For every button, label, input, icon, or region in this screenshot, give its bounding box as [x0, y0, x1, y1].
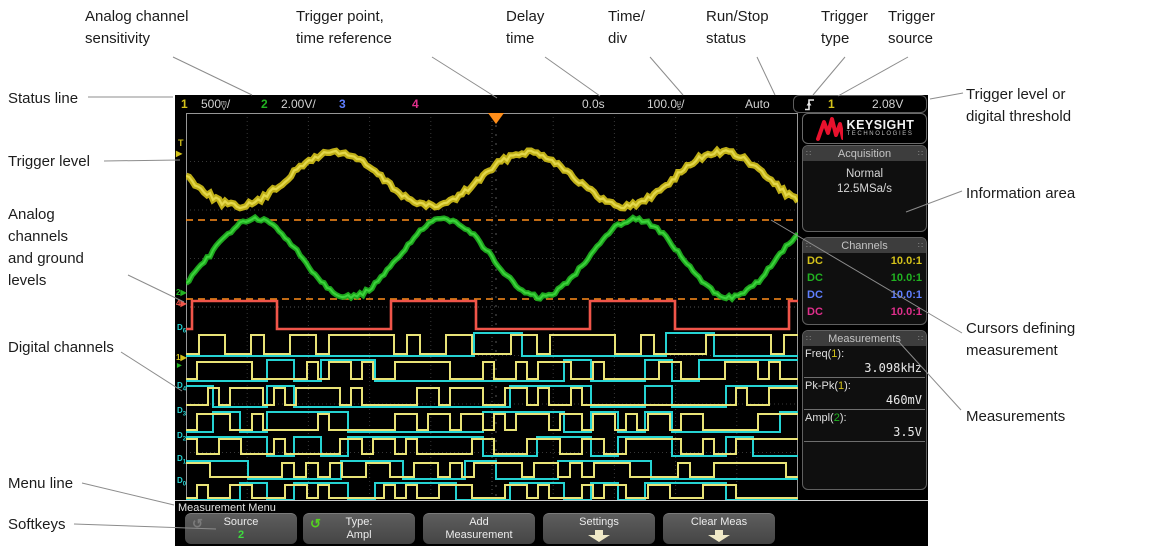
divider — [175, 500, 928, 501]
brand-subtitle: TECHNOLOGIES — [846, 131, 914, 137]
channels-panel: ∷ Channels ∷ DC 10.0:1 DC 10.0:1 DC 10.0:1 … — [802, 237, 927, 325]
trigger-t-marker: T — [178, 138, 184, 148]
label-digital-channels: Digital channels — [8, 339, 114, 356]
label-trigger-source: Trigger source — [888, 8, 935, 47]
measurements-panel-header[interactable]: ∷ Measurements ∷ — [803, 331, 926, 346]
measurement-freq-value: 3.098kHz — [864, 361, 922, 375]
channel-row-2: DC 10.0:1 — [807, 272, 922, 284]
measurement-ampl-value: 3.5V — [893, 425, 922, 439]
down-arrow-icon — [708, 530, 730, 542]
acquisition-title: Acquisition — [837, 147, 892, 160]
status-trigger-section[interactable]: 1 2.08V — [793, 95, 927, 113]
label-softkeys: Softkeys — [8, 516, 66, 533]
down-arrow-icon — [588, 530, 610, 542]
status-ch4-number[interactable]: 4 — [412, 97, 419, 111]
grip-icon: ∷ — [917, 149, 923, 158]
softkey-type[interactable]: ↺ Type: Ampl — [303, 513, 415, 544]
measurement-pkpk-value: 460mV — [885, 393, 922, 407]
grip-icon: ∷ — [806, 149, 812, 158]
d1-channel-label[interactable]: D1 — [177, 454, 186, 468]
status-run-stop[interactable]: Auto — [745, 97, 770, 111]
softkey-add-measurement[interactable]: Add Measurement — [423, 513, 535, 544]
channel-row-4: DC 10.0:1 — [807, 306, 922, 318]
status-ch2-sensitivity[interactable]: 2.00V/ — [281, 97, 316, 111]
d3-channel-label[interactable]: D3 — [177, 406, 186, 420]
ch1-ground-marker[interactable]: 1▶ — [176, 353, 187, 362]
label-analog-channel-sensitivity: Analog channel sensitivity — [85, 8, 189, 47]
softkey-source[interactable]: ↺ Source 2 — [185, 513, 297, 544]
label-run-stop-status: Run/Stop status — [706, 8, 769, 47]
label-analog-channels-ground-levels: Analog channels and ground levels — [8, 206, 84, 289]
oscilloscope-screen: 1 500 m V/ 2 2.00V/ 3 4 0.0s 100.0 µ s / Auto… — [175, 95, 928, 546]
label-measurements: Measurements — [966, 408, 1066, 425]
d0-channel-label[interactable]: D0 — [177, 476, 186, 490]
measurements-panel: ∷ Measurements ∷ Freq(1): 3.098kHz Pk-Pk… — [802, 330, 927, 490]
ch2-ground-marker[interactable]: 2▶ — [176, 288, 187, 297]
label-cursors-defining-measurement: Cursors defining measurement — [966, 320, 1076, 359]
ch4-ground-marker[interactable]: 4▶ — [176, 299, 187, 308]
label-trigger-point-time-reference: Trigger point, time reference — [296, 8, 392, 47]
label-time-div: Time/ div — [608, 8, 645, 47]
status-delay-time[interactable]: 0.0s — [582, 97, 605, 111]
keysight-logo: KEYSIGHT TECHNOLOGIES — [802, 113, 927, 144]
softkey-clear-meas[interactable]: Clear Meas — [663, 513, 775, 544]
keysight-spark-icon — [815, 116, 843, 141]
status-trigger-level: 2.08V — [872, 97, 904, 111]
divider — [804, 441, 925, 442]
grip-icon: ∷ — [806, 241, 812, 250]
status-ch2-number[interactable]: 2 — [261, 97, 268, 111]
channel-row-1: DC 10.0:1 — [807, 255, 922, 267]
status-ch3-number[interactable]: 3 — [339, 97, 346, 111]
measurement-pkpk-label: Pk-Pk(1): — [805, 380, 851, 392]
measurements-title: Measurements — [828, 332, 901, 345]
acquisition-mode: Normal — [845, 168, 884, 180]
measurement-freq-label: Freq(1): — [805, 348, 845, 360]
acquisition-panel: ∷ Acquisition ∷ Normal 12.5MSa/s — [802, 145, 927, 232]
label-status-line: Status line — [8, 90, 79, 107]
trigger-level-marker[interactable]: ▶ — [176, 149, 182, 158]
label-trigger-level-or-digital-threshold: Trigger level or digital threshold — [966, 86, 1072, 125]
status-time-per-div[interactable]: 100.0 µ s / — [647, 97, 684, 112]
manual-figure: { "annotations": [ {"text": "Analog chan… — [0, 0, 1150, 551]
label-menu-line: Menu line — [8, 475, 74, 492]
status-ch1-number[interactable]: 1 — [181, 97, 188, 111]
status-ch1-sensitivity[interactable]: 500 m V / — [201, 97, 230, 112]
label-trigger-level: Trigger level — [8, 153, 90, 170]
d4-channel-label[interactable]: D4 — [177, 381, 186, 395]
softkey-settings[interactable]: Settings — [543, 513, 655, 544]
d6-channel-label[interactable]: D6 — [177, 323, 186, 337]
rotate-knob-icon: ↺ — [310, 516, 321, 531]
brand-name: KEYSIGHT — [846, 118, 915, 132]
information-area: KEYSIGHT TECHNOLOGIES ∷ Acquisition ∷ No… — [802, 113, 927, 501]
grip-icon: ∷ — [806, 334, 812, 343]
channels-title: Channels — [841, 239, 888, 252]
label-delay-time: Delay time — [506, 8, 545, 47]
grip-icon: ∷ — [917, 334, 923, 343]
digital-activity-marker: ▶ — [177, 363, 182, 369]
measurement-ampl-label: Ampl(2): — [805, 412, 847, 424]
d2-channel-label[interactable]: D2 — [177, 431, 186, 445]
rising-edge-trigger-icon — [805, 99, 814, 111]
acquisition-panel-header[interactable]: ∷ Acquisition ∷ — [803, 146, 926, 161]
channel-row-3: DC 10.0:1 — [807, 289, 922, 301]
status-trigger-source: 1 — [828, 97, 835, 111]
waveform-display — [186, 113, 798, 501]
rotate-knob-icon: ↺ — [192, 516, 203, 531]
channels-panel-header[interactable]: ∷ Channels ∷ — [803, 238, 926, 253]
sample-rate: 12.5MSa/s — [837, 183, 892, 195]
label-trigger-type: Trigger type — [821, 8, 868, 47]
label-information-area: Information area — [966, 185, 1076, 202]
grip-icon: ∷ — [917, 241, 923, 250]
status-line: 1 500 m V/ 2 2.00V/ 3 4 0.0s 100.0 µ s / Auto… — [175, 95, 928, 113]
